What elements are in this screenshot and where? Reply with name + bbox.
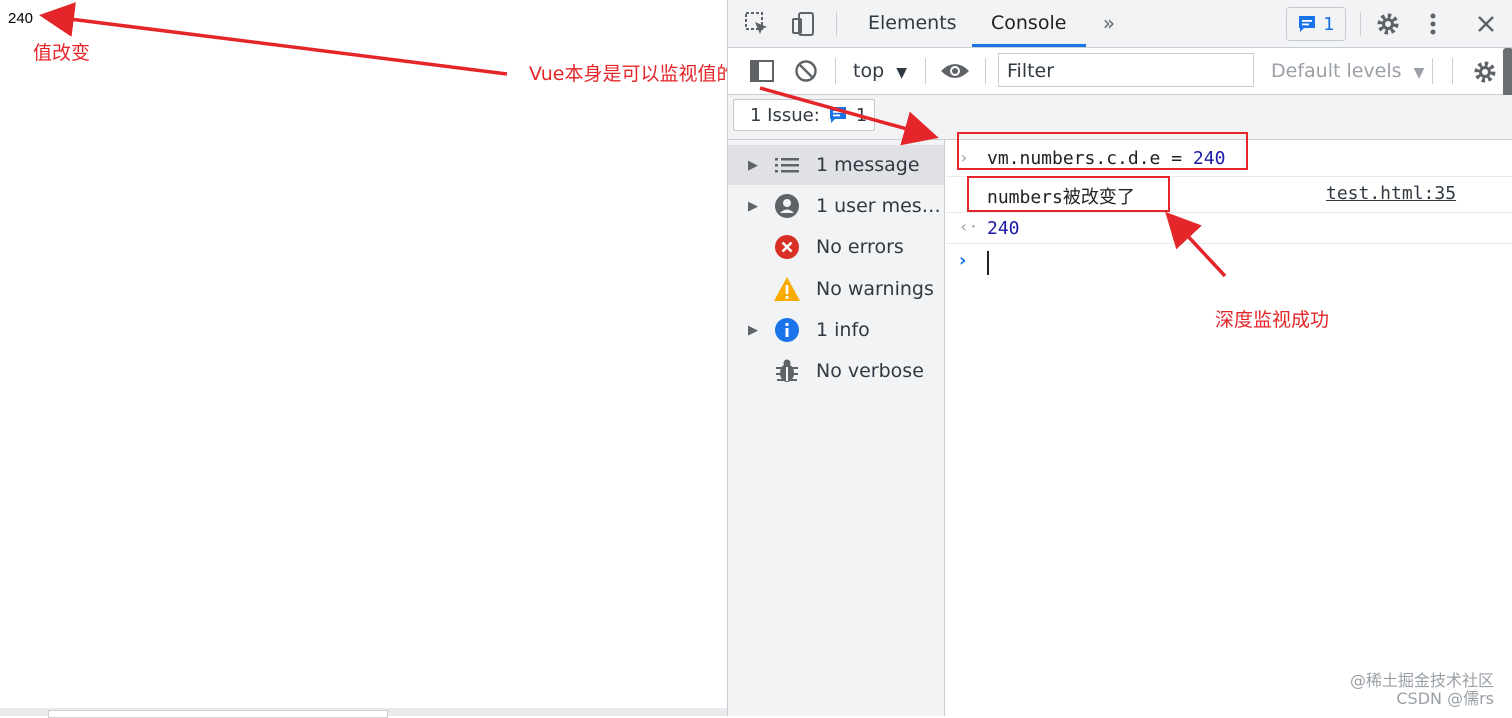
filter-input[interactable]: Filter [998,53,1254,87]
clear-console-icon[interactable] [792,58,820,84]
context-select[interactable]: top ▼ [853,60,907,82]
log-levels-value: Default levels [1271,60,1402,82]
scrollbar-thumb[interactable] [48,710,388,718]
highlight-box-input [957,132,1248,170]
annotation-value-changed: 值改变 [33,42,91,64]
active-tab-indicator [972,44,1086,47]
settings-gear-icon[interactable] [1373,10,1403,38]
text-cursor [987,251,989,275]
sidebar-item-info[interactable]: ▶ 1 info [728,310,944,350]
filter-placeholder: Filter [1007,60,1055,82]
info-icon [772,315,802,345]
message-icon [829,107,846,123]
sidebar-item-user-messages[interactable]: ▶ 1 user mess… [728,186,944,226]
warning-icon [772,274,802,304]
annotation-deep-watch: 深度监视成功 [1215,309,1330,331]
sidebar-item-label: 1 info [816,319,870,341]
sidebar-item-label: 1 user mess… [816,195,941,217]
console-settings-gear-icon[interactable] [1470,58,1500,86]
console-result-row: ‹· 240 [946,213,1512,244]
devtools-panel: Elements Console » 1 top ▼ Filter Defaul… [727,0,1512,716]
device-toolbar-icon[interactable] [788,10,818,38]
expand-arrow-icon[interactable]: ▶ [728,158,772,173]
sidebar-item-errors[interactable]: No errors [728,227,944,267]
context-select-value: top [853,60,885,82]
sidebar-item-verbose[interactable]: No verbose [728,351,944,391]
chevron-down-icon: ▼ [896,65,907,81]
watermark: @稀土掘金技术社区 CSDN @儒rs [1349,671,1494,708]
log-levels-select[interactable]: Default levels ▼ [1271,60,1424,82]
issues-bar-count: 1 [855,104,868,126]
issues-count: 1 [1323,13,1335,35]
bug-icon [772,356,802,386]
page-value: 240 [8,10,34,27]
result-value: 240 [987,218,1020,239]
list-icon [772,150,802,180]
arrow-to-page-value [39,2,508,76]
user-icon [772,191,802,221]
console-sidebar: ▶ 1 message ▶ 1 user mess… No errors No … [728,140,945,716]
log-source-link[interactable]: test.html:35 [1326,183,1456,204]
issues-badge[interactable]: 1 [1286,7,1346,41]
tab-elements[interactable]: Elements [868,12,957,34]
more-tabs-icon[interactable]: » [1098,11,1120,35]
inspect-element-icon[interactable] [742,10,772,38]
result-arrow-icon: ‹· [959,217,979,236]
issues-bar-label: 1 Issue: [750,104,820,126]
message-icon [1299,16,1316,32]
sidebar-item-label: 1 message [816,154,920,176]
tab-console[interactable]: Console [991,12,1066,34]
chevron-down-icon: ▼ [1413,65,1425,81]
sidebar-item-messages[interactable]: ▶ 1 message [728,145,944,185]
eye-icon[interactable] [939,58,971,84]
console-prompt[interactable]: › [946,244,1512,284]
sidebar-item-warnings[interactable]: No warnings [728,269,944,309]
expand-arrow-icon[interactable]: ▶ [728,323,772,338]
expand-arrow-icon[interactable]: ▶ [728,199,772,214]
prompt-chevron-icon: › [959,250,967,271]
sidebar-toggle-icon[interactable] [748,58,776,84]
error-icon [772,232,802,262]
sidebar-item-label: No verbose [816,360,924,382]
close-icon[interactable] [1474,12,1498,36]
issues-button[interactable]: 1 Issue: 1 [733,99,875,131]
highlight-box-log [967,176,1170,212]
console-toolbar: top ▼ Filter Default levels ▼ [728,48,1512,104]
console-output: › vm.numbers.c.d.e = 240 numbers被改变了 tes… [946,140,1512,716]
sidebar-item-label: No warnings [816,278,934,300]
sidebar-item-label: No errors [816,236,904,258]
devtools-tabbar: Elements Console » 1 [728,0,1512,48]
kebab-menu-icon[interactable] [1424,10,1442,38]
